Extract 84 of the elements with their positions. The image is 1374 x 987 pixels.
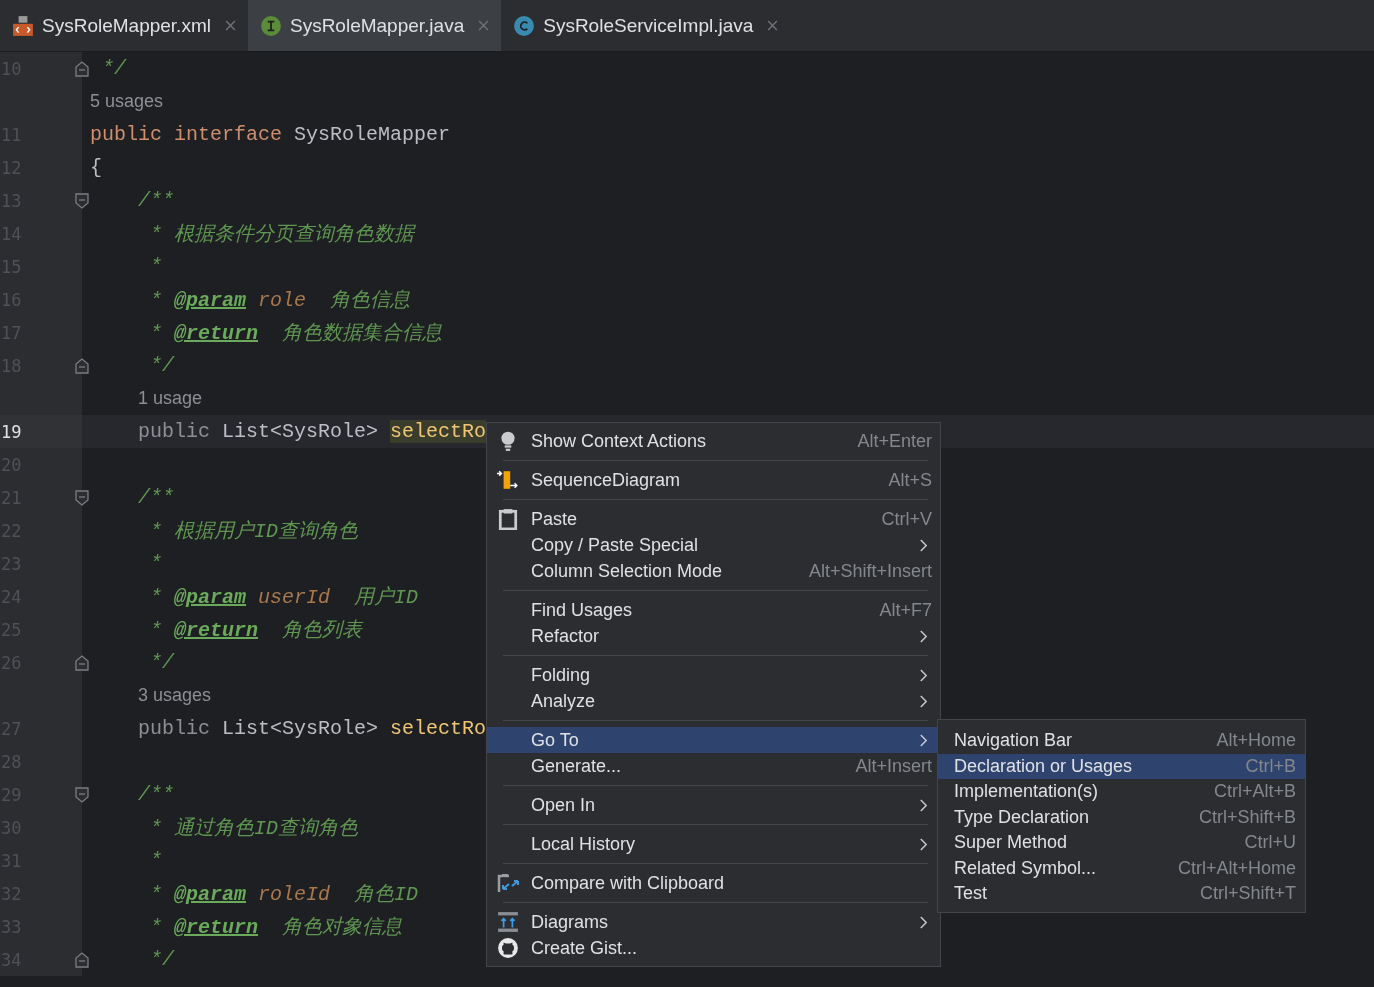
menu-item[interactable]: Diagrams [487,909,940,935]
menu-item[interactable]: Implementation(s) Ctrl+Alt+B [938,779,1305,805]
shortcut-label: Alt+Shift+Insert [808,560,932,582]
menu-item[interactable]: Analyze [487,688,940,714]
shortcut-label: Alt+Home [1216,730,1296,752]
shortcut-label: Ctrl+B [1245,755,1296,777]
code-line: * @return 角色列表 [149,618,363,643]
menu-item[interactable]: Test Ctrl+Shift+T [938,881,1305,907]
close-icon[interactable] [224,20,236,31]
menu-item[interactable]: Type Declaration Ctrl+Shift+B [938,804,1305,830]
code-line: * [149,255,162,278]
shortcut-label: Ctrl+Alt+B [1213,781,1296,803]
code-line: { [90,156,102,179]
code-line: * @param role 角色信息 [149,288,411,313]
fold-icon[interactable] [75,489,89,506]
menu-item[interactable]: Refactor [487,623,940,649]
menu-item[interactable]: Navigation Bar Alt+Home [938,728,1305,754]
xml-file-icon [12,14,34,37]
fold-end-icon[interactable] [75,357,89,374]
code-line: * [149,552,162,575]
code-line: * @return 角色数据集合信息 [149,321,443,346]
code-line: */ [149,948,174,971]
code-line: */ [101,57,126,80]
editor-tab[interactable]: SysRoleServiceImpl.java [501,0,791,51]
code-line: /** [137,783,174,806]
editor-tab[interactable]: SysRoleMapper.java [247,0,502,51]
menu-item[interactable]: Related Symbol... Ctrl+Alt+Home [938,855,1305,881]
fold-end-icon[interactable] [75,951,89,968]
clipboard-icon [497,508,519,530]
menu-item[interactable]: Declaration or Usages Ctrl+B [938,753,1305,779]
menu-item[interactable]: Copy / Paste Special [487,532,940,558]
shortcut-label: Ctrl+V [881,508,932,530]
close-icon[interactable] [478,20,490,31]
usages-hint[interactable]: 3 usages [90,685,212,706]
shortcut-label: Ctrl+Shift+T [1199,883,1296,905]
shortcut-label: Ctrl+Alt+Home [1177,857,1296,879]
menu-item[interactable]: Open In [487,792,940,818]
fold-end-icon[interactable] [75,654,89,671]
shortcut-label: Alt+F7 [879,599,932,621]
menu-item[interactable]: SequenceDiagram Alt+S [487,467,940,493]
shortcut-label: Alt+S [888,469,932,491]
code-line: * @param userId 用户ID [149,585,419,610]
usages-hint[interactable]: 5 usages [90,91,164,112]
code-line: * @param roleId 角色ID [149,882,419,907]
class-icon [513,14,536,37]
code-line: * 根据用户ID查询角色 [149,519,359,544]
code-line: * 通过角色ID查询角色 [149,816,359,841]
menu-item[interactable]: Super Method Ctrl+U [938,830,1305,856]
close-icon[interactable] [767,20,779,31]
sequence-diagram-icon [497,469,519,491]
code-line: public List<SysRole> selectRo [137,717,487,740]
menu-item[interactable]: Column Selection Mode Alt+Shift+Insert [487,558,940,584]
code-line: public interface SysRoleMapper [90,123,451,146]
usages-hint[interactable]: 1 usage [90,388,203,409]
fold-icon[interactable] [75,786,89,803]
diagram-icon [497,911,519,933]
compare-clipboard-icon [497,872,519,894]
code-line: */ [149,354,174,377]
line-number: 19 [0,421,22,442]
fold-icon[interactable] [75,192,89,209]
interface-icon [259,14,282,37]
cat-icon [497,937,519,959]
shortcut-label: Ctrl+U [1244,832,1296,854]
code-line: * 根据条件分页查询角色数据 [149,222,414,247]
code-line: * [149,849,162,872]
fold-end-icon[interactable] [75,60,89,77]
menu-item[interactable]: Paste Ctrl+V [487,506,940,532]
code-line: public List<SysRole> selectRo [137,420,487,443]
menu-item[interactable]: Show Context Actions Alt+Enter [487,428,940,454]
menu-item[interactable]: Find Usages Alt+F7 [487,597,940,623]
code-line: /** [137,486,174,509]
menu-item[interactable]: Generate... Alt+Insert [487,753,940,779]
shortcut-label: Alt+Insert [855,755,932,777]
shortcut-label: Ctrl+Shift+B [1198,806,1296,828]
menu-item[interactable]: Go To [487,727,940,753]
menu-item[interactable]: Create Gist... [487,935,940,961]
menu-item[interactable]: Folding [487,662,940,688]
code-line: */ [149,651,174,674]
menu-item[interactable]: Compare with Clipboard [487,870,940,896]
menu-item[interactable]: Local History [487,831,940,857]
shortcut-label: Alt+Enter [857,430,932,452]
code-line: * @return 角色对象信息 [149,915,403,940]
editor-tab[interactable]: SysRoleMapper.xml [0,0,248,51]
code-line: /** [137,189,174,212]
